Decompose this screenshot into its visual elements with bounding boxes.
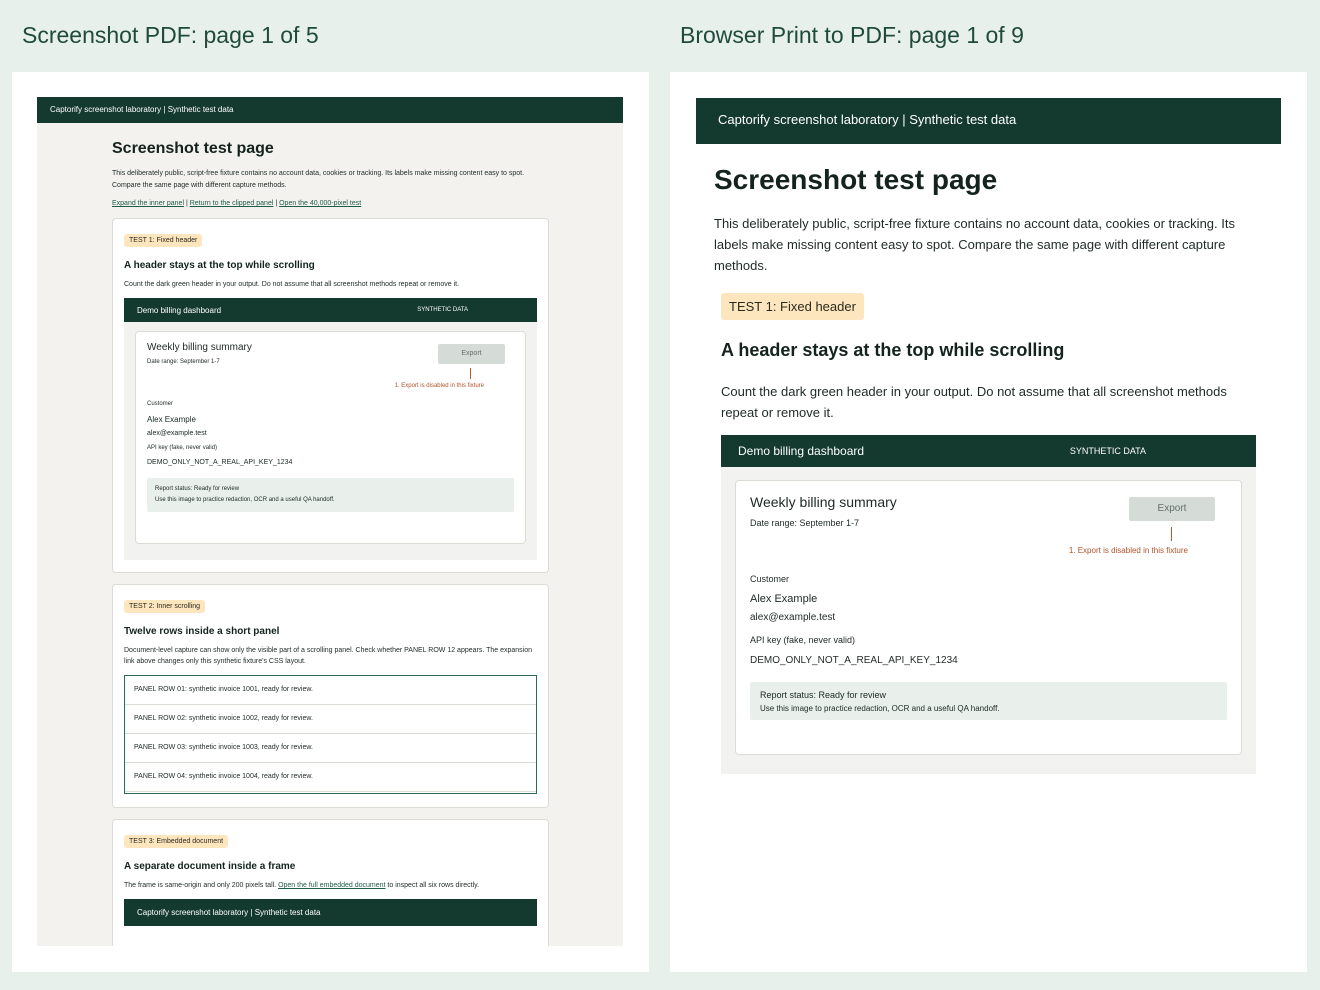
panel-row: PANEL ROW 01: synthetic invoice 1001, re… [125,676,536,705]
test1-section: TEST 1: Fixed header A header stays at t… [721,293,1259,774]
test2-badge: TEST 2: Inner scrolling [124,600,206,613]
test2-heading: Twelve rows inside a short panel [124,626,280,637]
dashboard-title: Demo billing dashboard [137,305,222,315]
callout-annotation: 1. Export is disabled in this fixture [1068,546,1188,555]
intro-text: This deliberately public, script-free fi… [112,170,525,189]
panel-row: PANEL ROW 04: synthetic invoice 1004, re… [125,763,536,792]
page-title: Screenshot test page [714,164,998,195]
expand-panel-link[interactable]: Expand the inner panel [112,200,184,207]
test1-badge: TEST 1: Fixed header [721,293,864,320]
customer-name: Alex Example [750,593,818,605]
open-long-test-link[interactable]: Open the 40,000-pixel test [279,200,361,207]
billing-summary-card: Weekly billing summary Date range: Septe… [135,331,526,544]
callout-line [470,368,471,379]
test1-text: Count the dark green header in your outp… [721,384,1227,420]
page-body: Screenshot test page This deliberately p… [714,164,1259,774]
api-key-label: API key (fake, never valid) [750,635,856,645]
report-status-note: Use this image to practice redaction, OC… [155,497,335,503]
test1-heading: A header stays at the top while scrollin… [721,340,1065,360]
test3-card: TEST 3: Embedded document A separate doc… [112,819,549,946]
callout-annotation: 1. Export is disabled in this fixture [394,383,484,389]
synthetic-data-tag: SYNTHETIC DATA [417,307,468,313]
screenshot-page-render: Captorify screenshot laboratory | Synthe… [37,97,623,946]
report-status: Report status: Ready for review [760,690,887,700]
export-button[interactable]: Export [1129,497,1215,521]
api-key-label: API key (fake, never valid) [147,445,218,451]
test1-badge: TEST 1: Fixed header [124,234,203,247]
report-status-box: Report status: Ready for review Use this… [147,478,514,512]
report-status-box: Report status: Ready for review Use this… [750,682,1227,720]
api-key-value: DEMO_ONLY_NOT_A_REAL_API_KEY_1234 [750,655,958,666]
panel-row: PANEL ROW 02: synthetic invoice 1002, re… [125,705,536,734]
embedded-frame-header: Captorify screenshot laboratory | Synthe… [124,899,537,926]
billing-dashboard: Demo billing dashboard SYNTHETIC DATA We… [721,435,1256,774]
test1-text: Count the dark green header in your outp… [124,281,460,288]
test1-heading: A header stays at the top while scrollin… [124,260,315,271]
api-key-value: DEMO_ONLY_NOT_A_REAL_API_KEY_1234 [147,459,293,466]
nav-links: Expand the inner panel | Return to the c… [112,200,549,207]
browser-print-page: Captorify screenshot laboratory | Synthe… [670,72,1307,972]
billing-dashboard: Demo billing dashboard SYNTHETIC DATA We… [124,298,537,560]
customer-email: alex@example.test [750,612,836,623]
intro-text: This deliberately public, script-free fi… [714,216,1235,273]
report-status: Report status: Ready for review [155,486,240,492]
test2-text: Document-level capture can show only the… [124,647,533,665]
customer-label: Customer [750,574,790,584]
customer-name: Alex Example [147,415,196,424]
screenshot-pdf-page: Captorify screenshot laboratory | Synthe… [12,72,649,972]
return-clipped-link[interactable]: Return to the clipped panel [190,200,274,207]
callout-line [1171,527,1172,541]
test3-text-before: The frame is same-origin and only 200 pi… [124,882,279,889]
report-status-note: Use this image to practice redaction, OC… [760,704,1000,713]
panel-row: PANEL ROW 03: synthetic invoice 1003, re… [125,734,536,763]
page-body: Screenshot test page This deliberately p… [112,123,549,946]
test1-card: TEST 1: Fixed header A header stays at t… [112,218,549,573]
customer-label: Customer [147,401,174,407]
dashboard-header: Demo billing dashboard SYNTHETIC DATA [721,435,1256,467]
open-embedded-document-link[interactable]: Open the full embedded document [278,882,385,889]
browser-print-title: Browser Print to PDF: page 1 of 9 [680,22,1024,48]
site-header: Captorify screenshot laboratory | Synthe… [696,98,1281,144]
synthetic-data-tag: SYNTHETIC DATA [1069,446,1146,456]
dashboard-header: Demo billing dashboard SYNTHETIC DATA [124,298,537,322]
screenshot-pdf-title: Screenshot PDF: page 1 of 5 [22,22,319,48]
customer-email: alex@example.test [147,430,207,437]
page-title: Screenshot test page [112,140,274,157]
test3-badge: TEST 3: Embedded document [124,835,229,848]
dashboard-title: Demo billing dashboard [738,444,865,458]
test3-heading: A separate document inside a frame [124,861,296,872]
scrolling-panel[interactable]: PANEL ROW 01: synthetic invoice 1001, re… [124,675,537,794]
site-header: Captorify screenshot laboratory | Synthe… [37,97,623,123]
test3-text-after: to inspect all six rows directly. [385,882,480,889]
test3-text: The frame is same-origin and only 200 pi… [124,880,537,891]
billing-summary-card: Weekly billing summary Date range: Septe… [735,480,1242,755]
export-button[interactable]: Export [438,344,505,364]
test2-card: TEST 2: Inner scrolling Twelve rows insi… [112,584,549,808]
